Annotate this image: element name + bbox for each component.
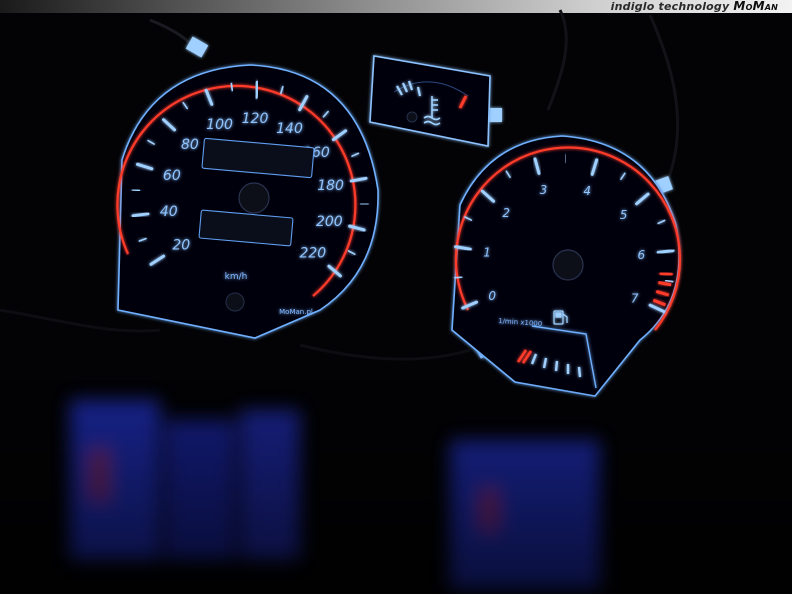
speed-scale-label: 200 xyxy=(316,214,343,230)
floor-fade xyxy=(0,380,792,594)
tachometer: 0123 4567 1/min x1000 xyxy=(451,135,682,397)
major-tick xyxy=(656,249,675,254)
rpm-scale-label: 3 xyxy=(540,183,548,197)
speed-scale-label: 40 xyxy=(160,204,178,220)
maker-label: MoMan.pl xyxy=(279,308,313,316)
temperature-gauge xyxy=(369,55,491,147)
minor-tick xyxy=(453,276,463,279)
rpm-scale-label: 5 xyxy=(620,208,628,222)
rpm-scale-label: 2 xyxy=(502,206,510,220)
speed-scale-label: 180 xyxy=(317,178,344,194)
rpm-scale-label: 1 xyxy=(483,245,491,259)
minor-tick xyxy=(665,279,674,283)
tachometer-needle-hub xyxy=(552,249,584,281)
major-tick xyxy=(254,80,259,99)
minor-tick xyxy=(131,189,141,192)
instrument-cluster-photo: 20406080100 120140160180200220 km/h MoMan… xyxy=(0,9,792,594)
minor-tick xyxy=(230,82,234,92)
speed-scale-label: 140 xyxy=(276,121,303,137)
needle-hub xyxy=(238,182,270,214)
rpm-scale-label: 7 xyxy=(631,291,639,305)
rpm-scale-label: 4 xyxy=(583,184,591,198)
speed-unit-label: km/h xyxy=(225,272,248,282)
rpm-scale-label: 0 xyxy=(488,289,496,303)
rpm-scale-label: 6 xyxy=(637,248,645,262)
speed-scale-label: 100 xyxy=(206,117,233,133)
major-tick xyxy=(131,212,150,218)
speed-scale-label: 60 xyxy=(163,168,181,184)
temperature-gauge-plate xyxy=(369,55,491,147)
reset-knob xyxy=(225,292,245,312)
speedometer: 20406080100 120140160180200220 km/h MoMan… xyxy=(116,64,379,339)
speed-scale-label: 120 xyxy=(242,111,269,127)
speed-scale-label: 80 xyxy=(181,137,199,153)
redline-tick xyxy=(659,271,673,276)
speed-scale-label: 220 xyxy=(299,246,326,262)
speed-scale-label: 20 xyxy=(172,238,190,254)
temperature-needle-hub xyxy=(406,111,418,123)
